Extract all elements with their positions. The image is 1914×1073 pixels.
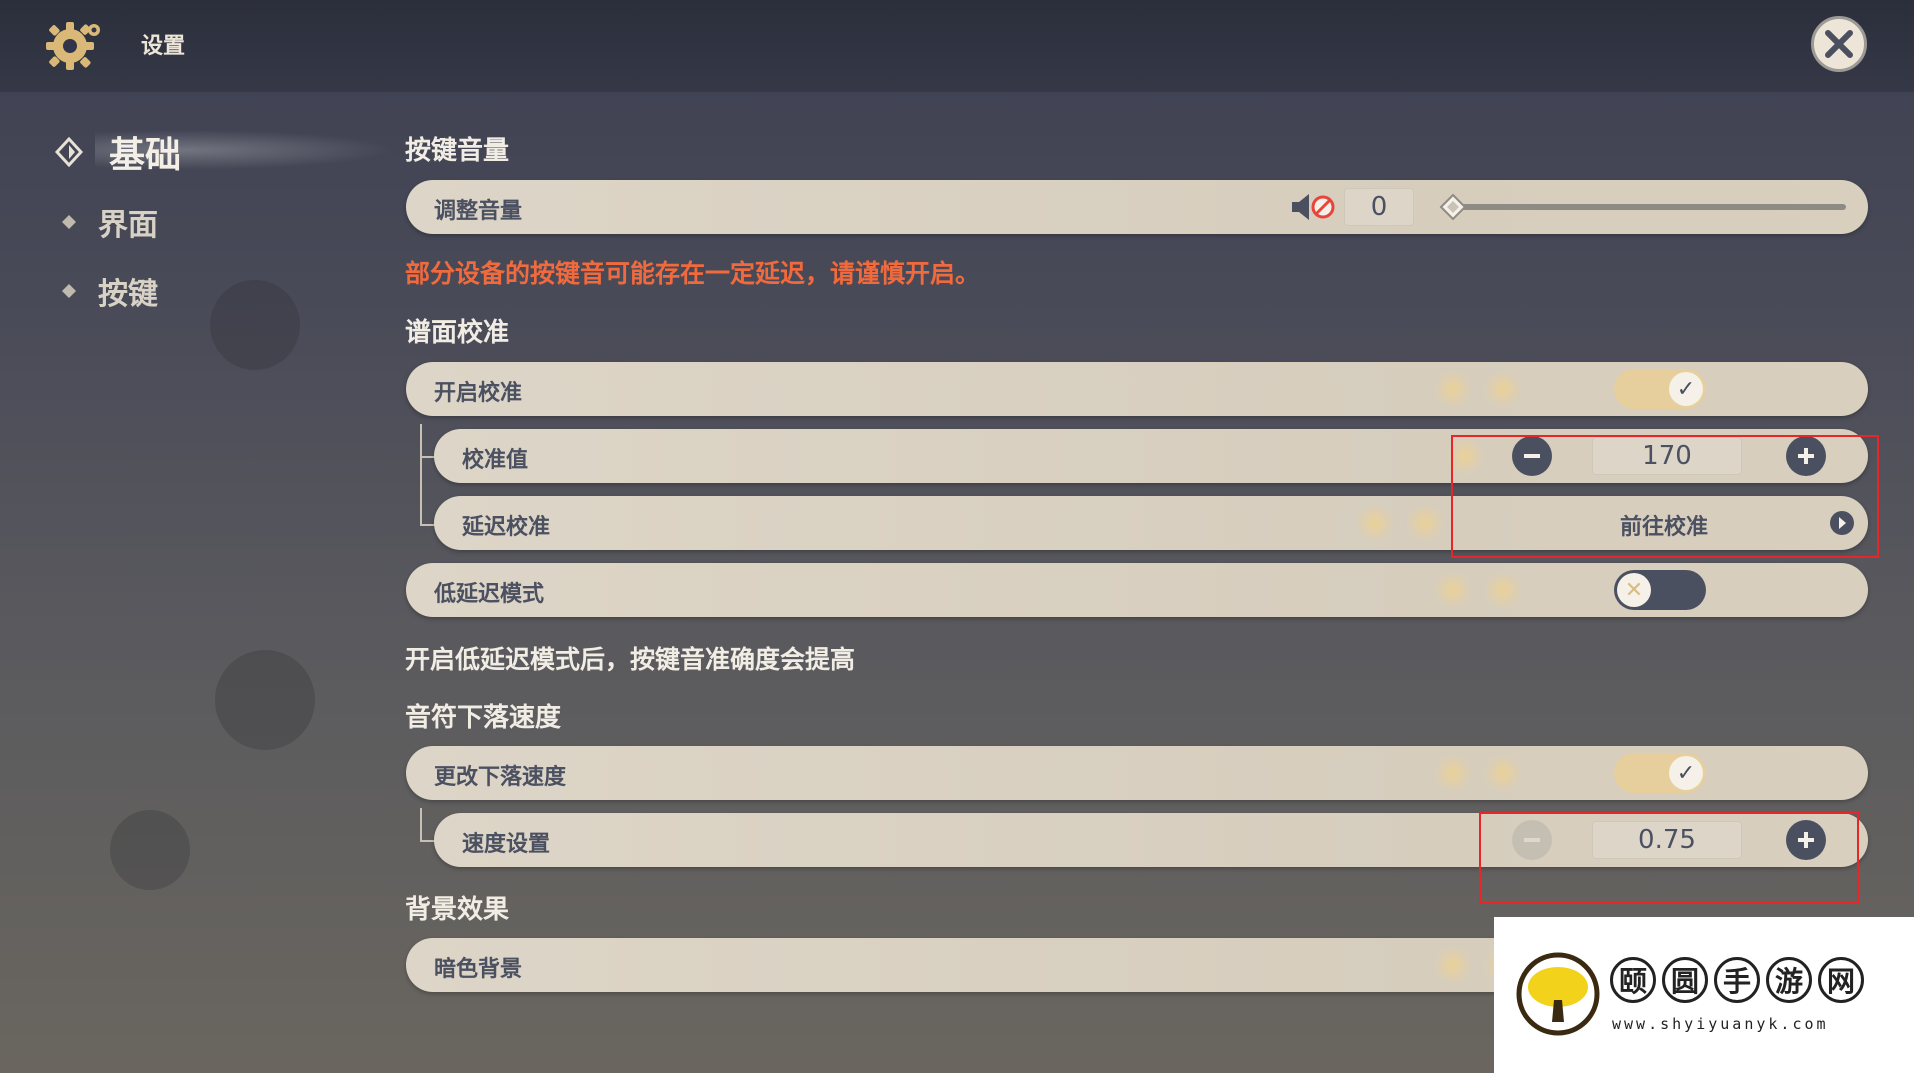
section-title-key-volume: 按键音量 <box>405 136 510 166</box>
low-latency-row: 低延迟模式 ✕ <box>406 563 1868 617</box>
page-title: 设置 <box>141 34 186 59</box>
volume-row: 调整音量 0 <box>406 180 1868 234</box>
sparkle-decoration <box>1432 569 1474 611</box>
background-decoration <box>215 650 315 750</box>
row-label: 低延迟模式 <box>434 582 545 607</box>
volume-value: 0 <box>1370 192 1388 222</box>
sparkle-decoration <box>1482 752 1524 794</box>
nav-item-interface[interactable]: 界面 <box>62 200 158 244</box>
site-watermark: 颐 圆 手 游 网 www.shyiyuanyk.com <box>1494 917 1914 1073</box>
highlight-box <box>1479 812 1859 904</box>
nav-item-label: 按键 <box>98 277 158 312</box>
diamond-bullet-icon <box>62 284 76 298</box>
watermark-char: 圆 <box>1662 957 1708 1003</box>
section-title-background: 背景效果 <box>405 895 510 925</box>
sparkle-decoration <box>1432 944 1474 986</box>
sparkle-decoration <box>1482 569 1524 611</box>
tree-connector <box>420 424 422 526</box>
row-label: 延迟校准 <box>462 515 551 540</box>
sparkle-decoration <box>1404 502 1446 544</box>
row-label: 开启校准 <box>434 381 523 406</box>
low-latency-note: 开启低延迟模式后，按键音准确度会提高 <box>405 645 856 674</box>
sparkle-decoration <box>1432 752 1474 794</box>
watermark-char: 手 <box>1714 957 1760 1003</box>
change-speed-row: 更改下落速度 ✓ <box>406 746 1868 800</box>
watermark-url: www.shyiyuanyk.com <box>1612 1015 1829 1033</box>
enable-calibration-row: 开启校准 ✓ <box>406 362 1868 416</box>
volume-warning: 部分设备的按键音可能存在一定延迟，请谨慎开启。 <box>405 259 981 288</box>
sparkle-decoration <box>1432 368 1474 410</box>
change-speed-toggle[interactable]: ✓ <box>1614 753 1706 793</box>
watermark-char: 网 <box>1818 957 1864 1003</box>
volume-value-box: 0 <box>1344 188 1414 226</box>
diamond-icon <box>55 137 83 167</box>
highlight-box <box>1451 435 1879 558</box>
watermark-char: 颐 <box>1610 957 1656 1003</box>
sparkle-decoration <box>1482 368 1524 410</box>
cross-icon: ✕ <box>1617 573 1651 607</box>
close-icon <box>1825 30 1853 58</box>
close-button[interactable] <box>1811 16 1867 72</box>
volume-slider-track[interactable] <box>1456 204 1846 210</box>
mute-icon[interactable] <box>1290 190 1336 224</box>
row-label: 更改下落速度 <box>434 765 567 790</box>
row-label: 暗色背景 <box>434 957 523 982</box>
tree-logo-icon <box>1516 952 1600 1036</box>
enable-calibration-toggle[interactable]: ✓ <box>1614 369 1706 409</box>
background-decoration <box>210 280 300 370</box>
section-title-fall-speed: 音符下落速度 <box>405 703 562 733</box>
top-bar: 设置 <box>0 0 1914 92</box>
low-latency-toggle[interactable]: ✕ <box>1614 570 1706 610</box>
background-decoration <box>110 810 190 890</box>
nav-item-label: 界面 <box>98 208 158 243</box>
watermark-char: 游 <box>1766 957 1812 1003</box>
row-label: 调整音量 <box>434 199 523 224</box>
tree-connector <box>420 808 422 842</box>
nav-item-basic[interactable]: 基础 <box>55 126 181 178</box>
volume-slider-handle[interactable] <box>1439 193 1467 221</box>
nav-item-label: 基础 <box>109 135 182 176</box>
watermark-chars: 颐 圆 手 游 网 <box>1610 957 1864 1003</box>
row-label: 校准值 <box>462 448 529 473</box>
sparkle-decoration <box>1354 502 1396 544</box>
check-icon: ✓ <box>1669 372 1703 406</box>
section-title-calibration: 谱面校准 <box>405 318 510 348</box>
row-label: 速度设置 <box>462 832 551 857</box>
nav-item-keys[interactable]: 按键 <box>62 269 158 313</box>
diamond-bullet-icon <box>62 215 76 229</box>
check-icon: ✓ <box>1669 756 1703 790</box>
gear-icon <box>46 22 100 70</box>
